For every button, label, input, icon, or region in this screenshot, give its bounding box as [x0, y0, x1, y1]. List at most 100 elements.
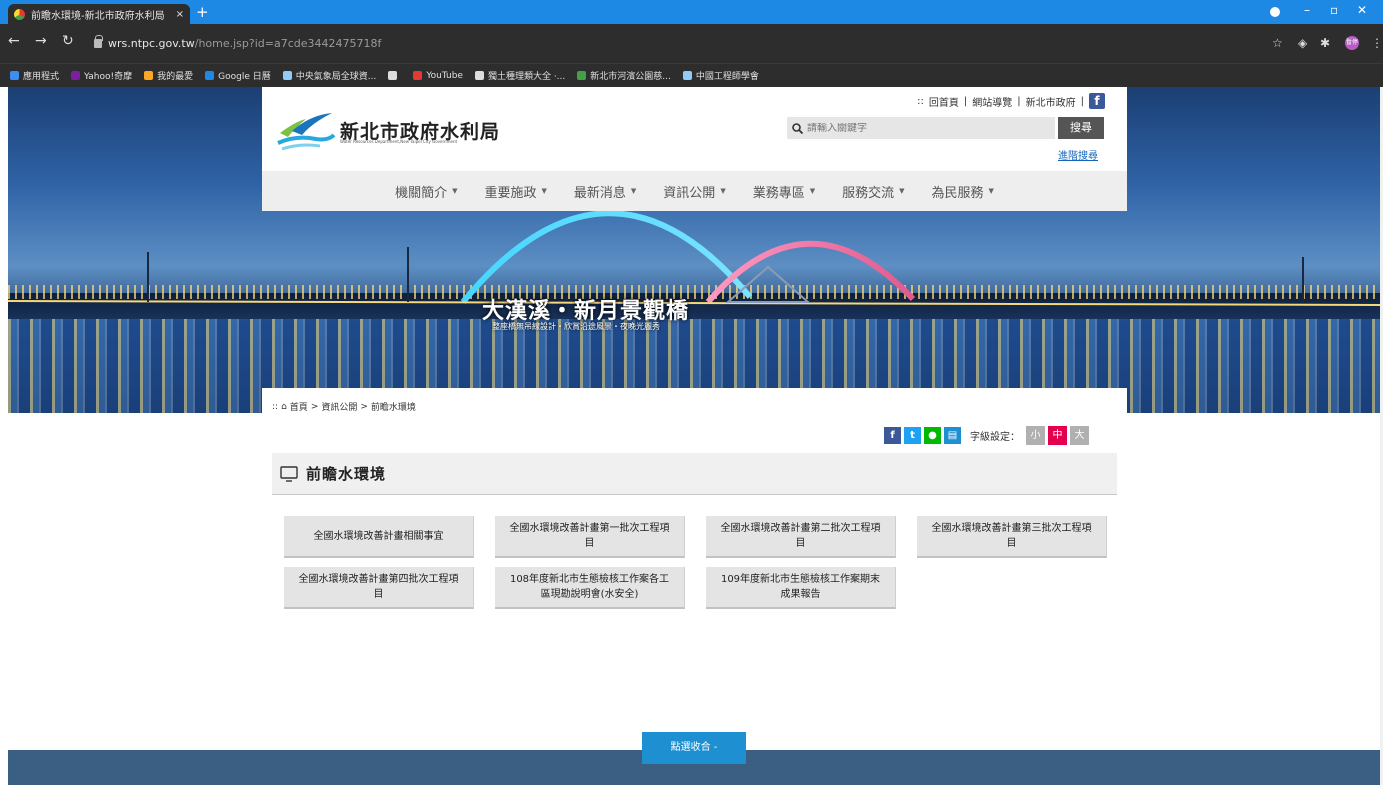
close-window-button[interactable]: ✕ — [1357, 3, 1367, 17]
banner-subtitle: 整座橋無吊線設計・欣賞沿途風景・夜晚光麗秀 — [492, 322, 660, 331]
breadcrumb-home[interactable]: 首頁 — [290, 400, 308, 413]
bookmarks-bar: 應用程式 Yahoo!奇摩 我的最愛 Google 日曆 中央氣象局全球資... YouT… — [0, 63, 1383, 87]
browser-tab[interactable]: 前瞻水環境-新北市政府水利局 × — [8, 4, 190, 24]
logo-icon — [277, 113, 336, 151]
chevron-down-icon: ▼ — [809, 187, 816, 195]
main-content: :: ⌂ 首頁 > 資訊公開 > 前瞻水環境 f t ● ▤ 字級設定： 小 中… — [262, 388, 1127, 785]
web-page: 大漢溪・新月景觀橋 整座橋無吊線設計・欣賞沿途風景・夜晚光麗秀 新北市政府水利局… — [0, 87, 1383, 785]
site-favicon-icon — [14, 8, 25, 20]
bookmark-star-icon[interactable]: ☆ — [1272, 37, 1283, 49]
nav-item[interactable]: 為民服務 ▼ — [932, 182, 994, 201]
extensions-puzzle-icon[interactable]: ✱ — [1320, 37, 1330, 49]
breadcrumb-separator: > — [360, 401, 368, 412]
breadcrumb-current: 前瞻水環境 — [370, 403, 416, 413]
project-link-button[interactable]: 108年度新北市生態檢核工作案各工區現勘說明會(水安全) — [495, 567, 685, 609]
breadcrumb-info[interactable]: 資訊公開 — [321, 400, 357, 413]
bookmark-label: 中央氣象局全球資... — [295, 72, 377, 82]
font-size-medium-button[interactable]: 中 — [1048, 426, 1067, 445]
nav-item-label: 重要施政 — [484, 185, 537, 201]
line-share-icon[interactable]: ● — [924, 427, 941, 444]
profile-avatar[interactable]: 暫停 — [1345, 36, 1359, 50]
address-bar[interactable]: wrs.ntpc.gov.tw/home.jsp?id=a7cde3442475… — [88, 29, 1263, 57]
profile-dot-icon[interactable] — [1270, 7, 1280, 17]
chevron-down-icon: ▼ — [452, 187, 458, 195]
bookmark-item[interactable]: 中國工程師學會 — [682, 69, 759, 82]
twitter-share-icon[interactable]: t — [904, 427, 921, 444]
monitor-icon — [280, 465, 298, 482]
main-navigation: 機關簡介 ▼ 重要施政 ▼ 最新消息 ▼ 資訊公開 ▼ 業務專區 ▼ 服務交流 ▼ 為民服務 ▼ — [262, 171, 1127, 211]
bookmark-item[interactable] — [388, 71, 401, 80]
bookmark-item[interactable]: 中央氣象局全球資... — [282, 69, 377, 82]
bookmark-label: 應用程式 — [23, 72, 60, 82]
facebook-icon[interactable]: f — [1089, 93, 1105, 109]
bookmark-item[interactable]: 我的最愛 — [144, 69, 193, 82]
project-link-button[interactable]: 全國水環境改善計畫第三批次工程項目 — [917, 516, 1107, 558]
menu-kebab-icon[interactable]: ⋮ — [1371, 37, 1383, 49]
font-size-small-button[interactable]: 小 — [1026, 426, 1045, 445]
forward-arrow-icon[interactable]: → — [35, 34, 47, 48]
nav-item[interactable]: 機關簡介 ▼ — [395, 182, 457, 201]
project-link-button[interactable]: 全國水環境改善計畫第二批次工程項目 — [706, 516, 896, 558]
search-input[interactable] — [807, 122, 1027, 134]
facebook-share-icon[interactable]: f — [884, 427, 901, 444]
bookmark-label: 新北市河濱公園慈... — [590, 72, 671, 82]
bookmark-icon — [388, 71, 398, 80]
breadcrumb-separator: > — [310, 401, 319, 412]
accesskey-icon: :: — [917, 95, 924, 107]
top-link-city-gov[interactable]: 新北市政府 — [1026, 94, 1076, 109]
bookmark-item[interactable]: Google 日曆 — [205, 69, 271, 82]
chevron-down-icon: ▼ — [720, 187, 726, 195]
nav-item[interactable]: 業務專區 ▼ — [753, 182, 815, 201]
divider: | — [1017, 95, 1021, 107]
advanced-search-link[interactable]: 進階搜尋 — [1058, 147, 1098, 162]
nav-item[interactable]: 資訊公開 ▼ — [663, 182, 725, 201]
footer-bar: 點選收合 - — [8, 732, 1380, 785]
nav-item-label: 資訊公開 — [663, 185, 716, 201]
bookmark-item[interactable]: YouTube — [413, 71, 463, 81]
bookmark-item[interactable]: 應用程式 — [10, 69, 59, 82]
project-link-button[interactable]: 全國水環境改善計畫第一批次工程項目 — [495, 516, 685, 558]
browser-tabbar: 前瞻水環境-新北市政府水利局 × + – ▫ ✕ — [0, 0, 1383, 24]
nav-item-label: 業務專區 — [752, 185, 805, 201]
site-header: 新北市政府水利局 Water Resources Department,New … — [262, 87, 1127, 211]
collapse-button[interactable]: 點選收合 - — [642, 732, 746, 764]
nav-item-label: 最新消息 — [573, 185, 626, 201]
tab-close-icon[interactable]: × — [176, 9, 184, 20]
top-link-sitemap[interactable]: 網站導覽 — [972, 94, 1012, 109]
bookmark-label: 我的最愛 — [157, 72, 194, 82]
nav-item[interactable]: 重要施政 ▼ — [484, 182, 546, 201]
chevron-down-icon: ▼ — [899, 187, 905, 195]
top-links: :: 回首頁 | 網站導覽 | 新北市政府 | f — [917, 93, 1105, 109]
bookmark-icon — [282, 71, 292, 80]
divider: | — [1080, 95, 1084, 107]
search-icon — [792, 122, 803, 134]
extension-shield-icon[interactable]: ◈ — [1298, 37, 1307, 49]
site-logo-english: Water Resources Department,New Taipei Ci… — [340, 139, 458, 144]
search-field — [787, 117, 1055, 139]
bookmark-item[interactable]: 獨土種理類大全 ·... — [474, 69, 565, 82]
top-link-home[interactable]: 回首頁 — [929, 94, 959, 109]
bookmark-item[interactable]: Yahoo!奇摩 — [71, 69, 132, 82]
bookmark-item[interactable]: 新北市河濱公園慈... — [577, 69, 671, 82]
nav-item[interactable]: 最新消息 ▼ — [574, 182, 636, 201]
reload-icon[interactable]: ↻ — [62, 34, 74, 48]
share-toolbar: f t ● ▤ 字級設定： 小 中 大 — [884, 426, 1089, 445]
minimize-button[interactable]: – — [1304, 3, 1310, 17]
print-icon[interactable]: ▤ — [944, 427, 961, 444]
project-link-button[interactable]: 全國水環境改善計畫第四批次工程項目 — [284, 567, 474, 609]
project-link-button[interactable]: 109年度新北市生態檢核工作案期末成果報告 — [706, 567, 896, 609]
nav-item-label: 為民服務 — [931, 185, 984, 201]
bookmark-icon — [474, 71, 484, 80]
bookmark-label: YouTube — [426, 70, 463, 81]
nav-item[interactable]: 服務交流 ▼ — [842, 182, 904, 201]
maximize-button[interactable]: ▫ — [1330, 3, 1338, 17]
back-arrow-icon[interactable]: ← — [8, 34, 20, 48]
project-link-button[interactable]: 全國水環境改善計畫相關事宜 — [284, 516, 474, 558]
bookmark-icon — [577, 71, 587, 80]
chevron-down-icon: ▼ — [630, 187, 637, 195]
search-button[interactable]: 搜尋 — [1058, 117, 1104, 139]
bookmark-label: Yahoo!奇摩 — [84, 72, 133, 82]
bookmark-icon — [144, 71, 154, 80]
font-size-large-button[interactable]: 大 — [1070, 426, 1089, 445]
new-tab-button[interactable]: + — [196, 5, 209, 20]
